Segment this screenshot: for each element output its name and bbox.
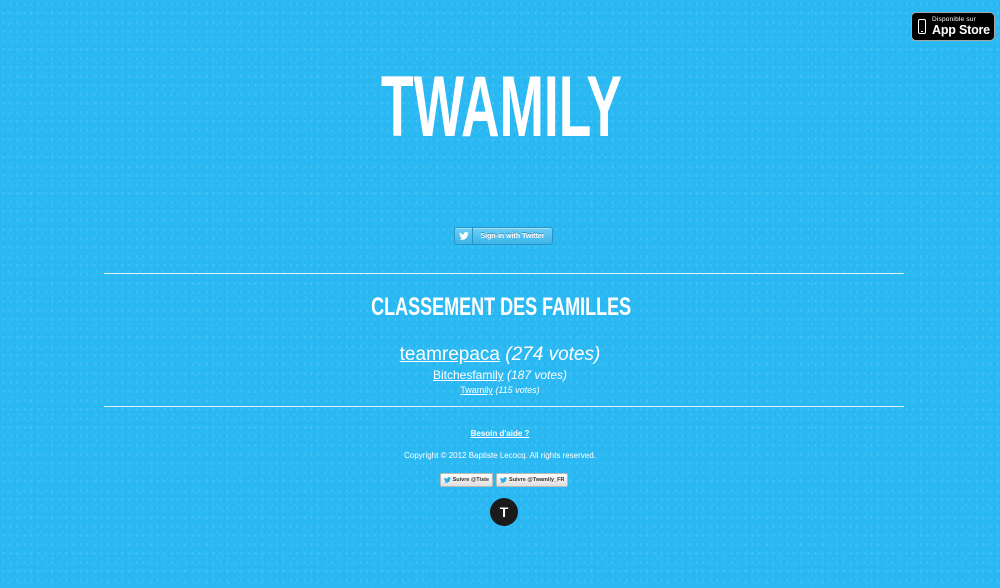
ranking-item: Twamily (115 votes)	[0, 384, 1000, 397]
ranking-item: teamrepaca (274 votes)	[0, 343, 1000, 367]
follow-buttons: Suivre @Tiste Suivre @Twamily_FR	[0, 473, 1000, 487]
twitter-bird-icon	[443, 477, 451, 483]
family-link[interactable]: Twamily	[460, 385, 493, 395]
twamily-logo-icon[interactable]: T	[490, 498, 518, 526]
divider-bottom	[104, 406, 904, 407]
twitter-bird-icon	[455, 228, 473, 244]
site-title: TWAMILY	[381, 59, 622, 155]
family-votes: (187 votes)	[507, 368, 568, 382]
app-store-badge[interactable]: Disponible sur App Store	[911, 12, 995, 41]
app-store-line2: App Store	[932, 23, 990, 37]
ranking-title: CLASSEMENT DES FAMILLES	[371, 293, 632, 321]
ranking-item: Bitchesfamily (187 votes)	[0, 368, 1000, 383]
copyright-text: Copyright © 2012 Baptiste Lecocq. All ri…	[404, 451, 596, 460]
family-votes: (274 votes)	[505, 344, 601, 365]
divider-top	[104, 273, 904, 274]
family-link[interactable]: teamrepaca	[400, 344, 500, 365]
family-link[interactable]: Bitchesfamily	[433, 368, 504, 382]
app-store-badge-text: Disponible sur App Store	[932, 16, 990, 37]
twitter-bird-icon	[500, 477, 508, 483]
follow-label: Suivre @Tiste	[452, 477, 490, 483]
iphone-icon	[918, 19, 926, 34]
follow-label: Suivre @Twamily_FR	[509, 477, 565, 483]
signin-with-twitter-button[interactable]: Sign-in with Twitter	[454, 227, 553, 245]
signin-label: Sign-in with Twitter	[480, 232, 545, 240]
follow-tiste-button[interactable]: Suivre @Tiste	[439, 473, 494, 487]
follow-twamily-button[interactable]: Suivre @Twamily_FR	[496, 473, 569, 487]
help-link[interactable]: Besoin d'aide ?	[471, 429, 530, 438]
help-container: Besoin d'aide ?	[0, 429, 1000, 438]
family-votes: (115 votes)	[495, 385, 540, 395]
